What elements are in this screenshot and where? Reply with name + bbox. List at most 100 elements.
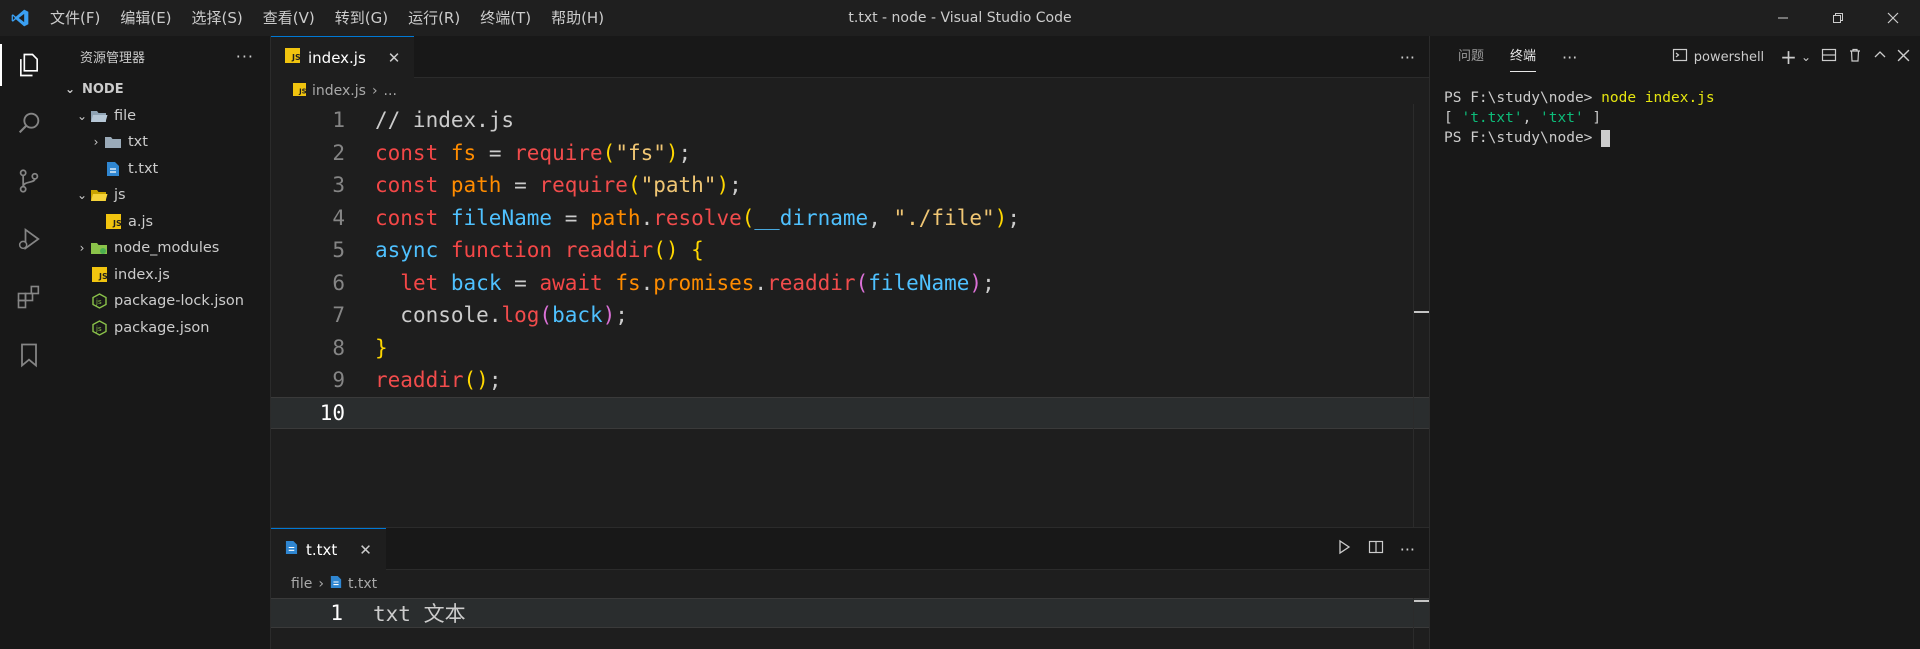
js-folder-open-icon [90,187,108,203]
node-folder-icon [90,240,108,256]
tree-item-label: t.txt [128,160,159,177]
tree-item-package-json[interactable]: js package.json [58,315,270,342]
code-text: const fs = require("fs"); [375,140,692,165]
explorer-icon[interactable] [0,36,58,94]
close-tab-icon[interactable]: ✕ [388,49,401,67]
text-file-icon [330,575,342,593]
scrollbar[interactable] [1413,598,1430,649]
node-json-icon: js [90,293,108,310]
menu-bar: 文件(F) 编辑(E) 选择(S) 查看(V) 转到(G) 运行(R) 终端(T… [40,0,614,36]
tree-item-label: package-lock.json [114,293,244,310]
tree-root-label: NODE [82,81,124,97]
more-actions-icon[interactable]: ··· [236,47,254,66]
more-actions-icon[interactable]: ··· [1400,540,1415,559]
chevron-down-icon: ⌄ [76,108,88,123]
shell-label[interactable]: powershell [1694,50,1764,65]
sidebar-header: 资源管理器 ··· [58,36,270,76]
js-file-icon: JS [104,214,122,230]
minimize-button[interactable] [1755,0,1810,36]
breadcrumb-file[interactable]: index.js [312,83,366,99]
line-number: 7 [332,303,345,328]
terminal-line: PS F:\study\node> [1444,128,1906,148]
title-bar: 文件(F) 编辑(E) 选择(S) 查看(V) 转到(G) 运行(R) 终端(T… [0,0,1920,36]
menu-go[interactable]: 转到(G) [325,0,398,36]
tree-item-t-txt[interactable]: t.txt [58,156,270,183]
tree-item-package-lock[interactable]: js package-lock.json [58,288,270,315]
tab-t-txt[interactable]: t.txt ✕ [271,528,386,570]
editor-actions: ··· [1400,36,1415,78]
tree-item-node-modules[interactable]: › node_modules [58,235,270,262]
breadcrumb-file[interactable]: t.txt [348,576,377,592]
code-text: const fileName = path.resolve(__dirname,… [375,205,1020,230]
add-terminal-icon[interactable]: + [1780,45,1797,69]
code-editor[interactable]: 1 // index.js 2 const fs = require("fs")… [271,104,1429,429]
terminal-output[interactable]: PS F:\study\node> node index.js [ 't.txt'… [1430,78,1920,158]
tree-item-js[interactable]: ⌄ js [58,182,270,209]
run-debug-icon[interactable] [0,210,58,268]
code-line-current[interactable]: 1 txt 文本 [271,598,1429,628]
breadcrumb-more[interactable]: ... [384,83,397,99]
code-text: async function readdir() { [375,238,704,263]
split-terminal-icon[interactable] [1821,47,1837,67]
terminal-icon [1672,47,1688,67]
tab-label: index.js [308,48,366,67]
menu-help[interactable]: 帮助(H) [541,0,614,36]
activity-bar [0,36,58,649]
editor-tab-bar: t.txt ✕ ··· [271,528,1429,570]
line-number: 3 [332,173,345,198]
close-window-button[interactable] [1865,0,1920,36]
menu-view[interactable]: 查看(V) [253,0,325,36]
run-icon[interactable] [1336,539,1352,559]
line-number: 1 [332,108,345,133]
menu-selection[interactable]: 选择(S) [182,0,253,36]
terminal-command: node index.js [1601,90,1715,106]
breadcrumb-folder[interactable]: file [291,576,312,592]
tree-item-a-js[interactable]: JS a.js [58,209,270,236]
tab-index-js[interactable]: JS index.js ✕ [271,36,415,78]
maximize-panel-icon[interactable] [1873,48,1887,66]
chevron-right-icon: › [93,135,99,150]
editor-group-bottom: t.txt ✕ ··· file › t.txt 1 txt 文本 [271,527,1430,649]
chevron-down-icon: ⌄ [76,188,88,203]
close-tab-icon[interactable]: ✕ [359,541,372,559]
tab-terminal[interactable]: 终端 [1510,42,1537,72]
trash-icon[interactable] [1847,47,1863,67]
code-line: 8 } [271,332,1429,365]
code-line: 5 async function readdir() { [271,234,1429,267]
code-line-current: 10 [271,396,1429,429]
code-line: 4 const fileName = path.resolve(__dirnam… [271,202,1429,235]
close-panel-icon[interactable] [1897,49,1910,66]
code-text: const path = require("path"); [375,173,742,198]
split-editor-icon[interactable] [1368,539,1384,559]
js-file-icon: JS [293,82,307,100]
explorer-sidebar: 资源管理器 ··· ⌄ NODE ⌄ file › txt t.txt ⌄ js [58,36,271,649]
code-text: readdir(); [375,368,502,393]
search-icon[interactable] [0,94,58,152]
more-actions-icon[interactable]: ··· [1400,48,1415,67]
tree-item-txt[interactable]: › txt [58,129,270,156]
tree-item-file[interactable]: ⌄ file [58,103,270,130]
text-file-icon [285,540,298,559]
menu-terminal[interactable]: 终端(T) [470,0,541,36]
editor-group-top: JS index.js ✕ ··· JS index.js › ... 1 //… [271,36,1430,564]
source-control-icon[interactable] [0,152,58,210]
menu-file[interactable]: 文件(F) [40,0,110,36]
menu-edit[interactable]: 编辑(E) [110,0,181,36]
tree-item-label: txt [128,134,148,151]
tree-root[interactable]: ⌄ NODE [58,76,270,103]
menu-run[interactable]: 运行(R) [398,0,470,36]
scrollbar[interactable] [1413,104,1430,564]
restore-button[interactable] [1810,0,1865,36]
tree-item-label: file [114,107,137,124]
chevron-down-icon[interactable]: ⌄ [1801,50,1811,64]
text-file-icon [104,161,122,177]
more-actions-icon[interactable]: ··· [1562,48,1577,67]
sidebar-title: 资源管理器 [80,50,146,66]
line-number: 10 [319,400,345,425]
js-file-icon: JS [90,267,108,283]
bookmark-icon[interactable] [0,326,58,384]
tree-item-index-js[interactable]: JS index.js [58,262,270,289]
tree-item-label: index.js [114,266,170,283]
extensions-icon[interactable] [0,268,58,326]
tab-problems[interactable]: 问题 [1458,36,1484,78]
